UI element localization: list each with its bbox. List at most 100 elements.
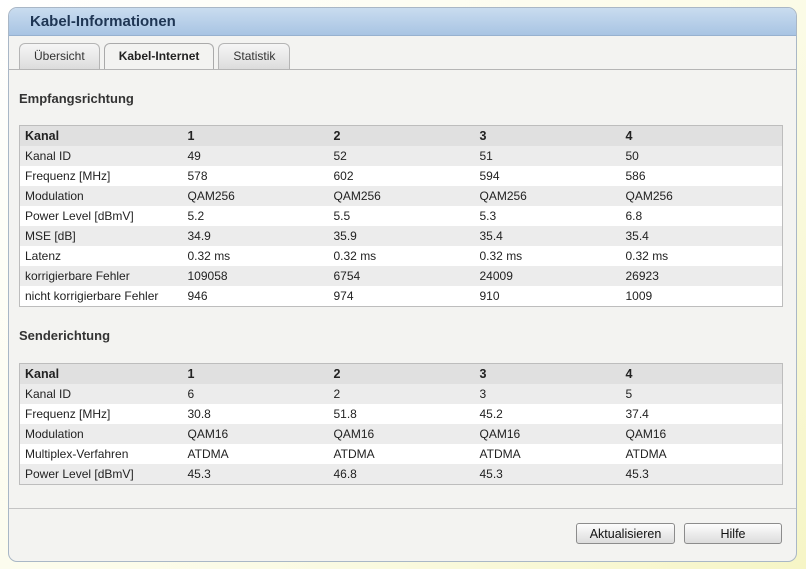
table-row: Modulation QAM16 QAM16 QAM16 QAM16 <box>19 424 783 444</box>
table-cell: 602 <box>328 166 475 186</box>
table-cell: 46.8 <box>328 464 475 485</box>
table-cell: 0.32 ms <box>328 246 475 266</box>
header-cell: 3 <box>474 363 621 384</box>
header-cell: 2 <box>328 125 475 146</box>
upstream-title: Senderichtung <box>19 328 111 343</box>
table-cell: QAM16 <box>182 424 329 444</box>
row-label: korrigierbare Fehler <box>19 266 183 286</box>
refresh-button[interactable]: Aktualisieren <box>576 523 675 544</box>
downstream-table: Kanal 1 2 3 4 Kanal ID 49 52 51 50 Frequenz [… <box>19 125 783 307</box>
header-cell: Kanal <box>19 363 183 384</box>
table-cell: 45.2 <box>474 404 621 424</box>
row-label: Power Level [dBmV] <box>19 206 183 226</box>
table-cell: QAM256 <box>182 186 329 206</box>
table-row: Kanal ID 6 2 3 5 <box>19 384 783 404</box>
header-cell: 4 <box>620 125 783 146</box>
row-label: MSE [dB] <box>19 226 183 246</box>
table-cell: 24009 <box>474 266 621 286</box>
table-cell: QAM16 <box>328 424 475 444</box>
row-label: nicht korrigierbare Fehler <box>19 286 183 307</box>
table-row: Frequenz [MHz] 578 602 594 586 <box>19 166 783 186</box>
row-label: Modulation <box>19 186 183 206</box>
help-button[interactable]: Hilfe <box>684 523 782 544</box>
table-cell: 45.3 <box>474 464 621 485</box>
header-cell: 3 <box>474 125 621 146</box>
cable-info-panel: Kabel-Informationen Übersicht Kabel-Inte… <box>8 7 797 562</box>
table-cell: 594 <box>474 166 621 186</box>
table-row: korrigierbare Fehler 109058 6754 24009 26923 <box>19 266 783 286</box>
footer-divider <box>9 508 796 509</box>
table-row: Power Level [dBmV] 45.3 46.8 45.3 45.3 <box>19 464 783 485</box>
table-cell: 49 <box>182 146 329 166</box>
row-label: Modulation <box>19 424 183 444</box>
table-cell: QAM256 <box>328 186 475 206</box>
table-cell: 6 <box>182 384 329 404</box>
header-cell: 1 <box>182 125 329 146</box>
table-cell: 37.4 <box>620 404 783 424</box>
table-row: Latenz 0.32 ms 0.32 ms 0.32 ms 0.32 ms <box>19 246 783 266</box>
header-cell: 2 <box>328 363 475 384</box>
table-cell: 50 <box>620 146 783 166</box>
table-row: Kanal ID 49 52 51 50 <box>19 146 783 166</box>
table-cell: 52 <box>328 146 475 166</box>
table-cell: QAM256 <box>620 186 783 206</box>
table-cell: QAM16 <box>474 424 621 444</box>
upstream-table-body: Kanal 1 2 3 4 Kanal ID 6 2 3 5 Frequenz [MHz]… <box>19 363 783 485</box>
table-row: Power Level [dBmV] 5.2 5.5 5.3 6.8 <box>19 206 783 226</box>
row-label: Frequenz [MHz] <box>19 166 183 186</box>
table-cell: 34.9 <box>182 226 329 246</box>
table-cell: QAM256 <box>474 186 621 206</box>
tab-bar: Übersicht Kabel-Internet Statistik <box>19 43 291 70</box>
row-label: Latenz <box>19 246 183 266</box>
table-cell: 586 <box>620 166 783 186</box>
table-cell: 910 <box>474 286 621 307</box>
table-row: Frequenz [MHz] 30.8 51.8 45.2 37.4 <box>19 404 783 424</box>
table-cell: 974 <box>328 286 475 307</box>
upstream-table: Kanal 1 2 3 4 Kanal ID 6 2 3 5 Frequenz [MHz]… <box>19 363 783 485</box>
table-row: MSE [dB] 34.9 35.9 35.4 35.4 <box>19 226 783 246</box>
table-cell: 35.9 <box>328 226 475 246</box>
table-cell: 946 <box>182 286 329 307</box>
table-cell: 35.4 <box>474 226 621 246</box>
table-row: nicht korrigierbare Fehler 946 974 910 1009 <box>19 286 783 307</box>
row-label: Power Level [dBmV] <box>19 464 183 485</box>
tab-divider <box>9 69 796 70</box>
table-cell: 2 <box>328 384 475 404</box>
table-cell: ATDMA <box>328 444 475 464</box>
tab-statistics[interactable]: Statistik <box>218 43 291 69</box>
table-cell: ATDMA <box>182 444 329 464</box>
table-cell: 5 <box>620 384 783 404</box>
table-cell: ATDMA <box>620 444 783 464</box>
table-cell: 5.2 <box>182 206 329 226</box>
downstream-table-body: Kanal 1 2 3 4 Kanal ID 49 52 51 50 Frequenz [… <box>19 125 783 307</box>
header-cell: Kanal <box>19 125 183 146</box>
tab-cable-internet[interactable]: Kabel-Internet <box>103 43 215 70</box>
table-cell: 6754 <box>328 266 475 286</box>
table-cell: 26923 <box>620 266 783 286</box>
table-cell: 30.8 <box>182 404 329 424</box>
table-cell: 5.3 <box>474 206 621 226</box>
row-label: Multiplex-Verfahren <box>19 444 183 464</box>
row-label: Kanal ID <box>19 146 183 166</box>
table-cell: 0.32 ms <box>182 246 329 266</box>
table-cell: 3 <box>474 384 621 404</box>
table-cell: QAM16 <box>620 424 783 444</box>
table-header-row: Kanal 1 2 3 4 <box>19 363 783 384</box>
tab-overview[interactable]: Übersicht <box>19 43 100 69</box>
table-cell: 45.3 <box>620 464 783 485</box>
table-cell: 51.8 <box>328 404 475 424</box>
table-cell: 0.32 ms <box>620 246 783 266</box>
table-cell: 578 <box>182 166 329 186</box>
table-cell: 35.4 <box>620 226 783 246</box>
row-label: Frequenz [MHz] <box>19 404 183 424</box>
downstream-title: Empfangsrichtung <box>19 91 134 106</box>
table-header-row: Kanal 1 2 3 4 <box>19 125 783 146</box>
table-cell: 51 <box>474 146 621 166</box>
table-cell: 45.3 <box>182 464 329 485</box>
table-cell: 109058 <box>182 266 329 286</box>
table-cell: 1009 <box>620 286 783 307</box>
table-row: Multiplex-Verfahren ATDMA ATDMA ATDMA ATDMA <box>19 444 783 464</box>
table-row: Modulation QAM256 QAM256 QAM256 QAM256 <box>19 186 783 206</box>
panel-title: Kabel-Informationen <box>9 8 796 36</box>
table-cell: 6.8 <box>620 206 783 226</box>
